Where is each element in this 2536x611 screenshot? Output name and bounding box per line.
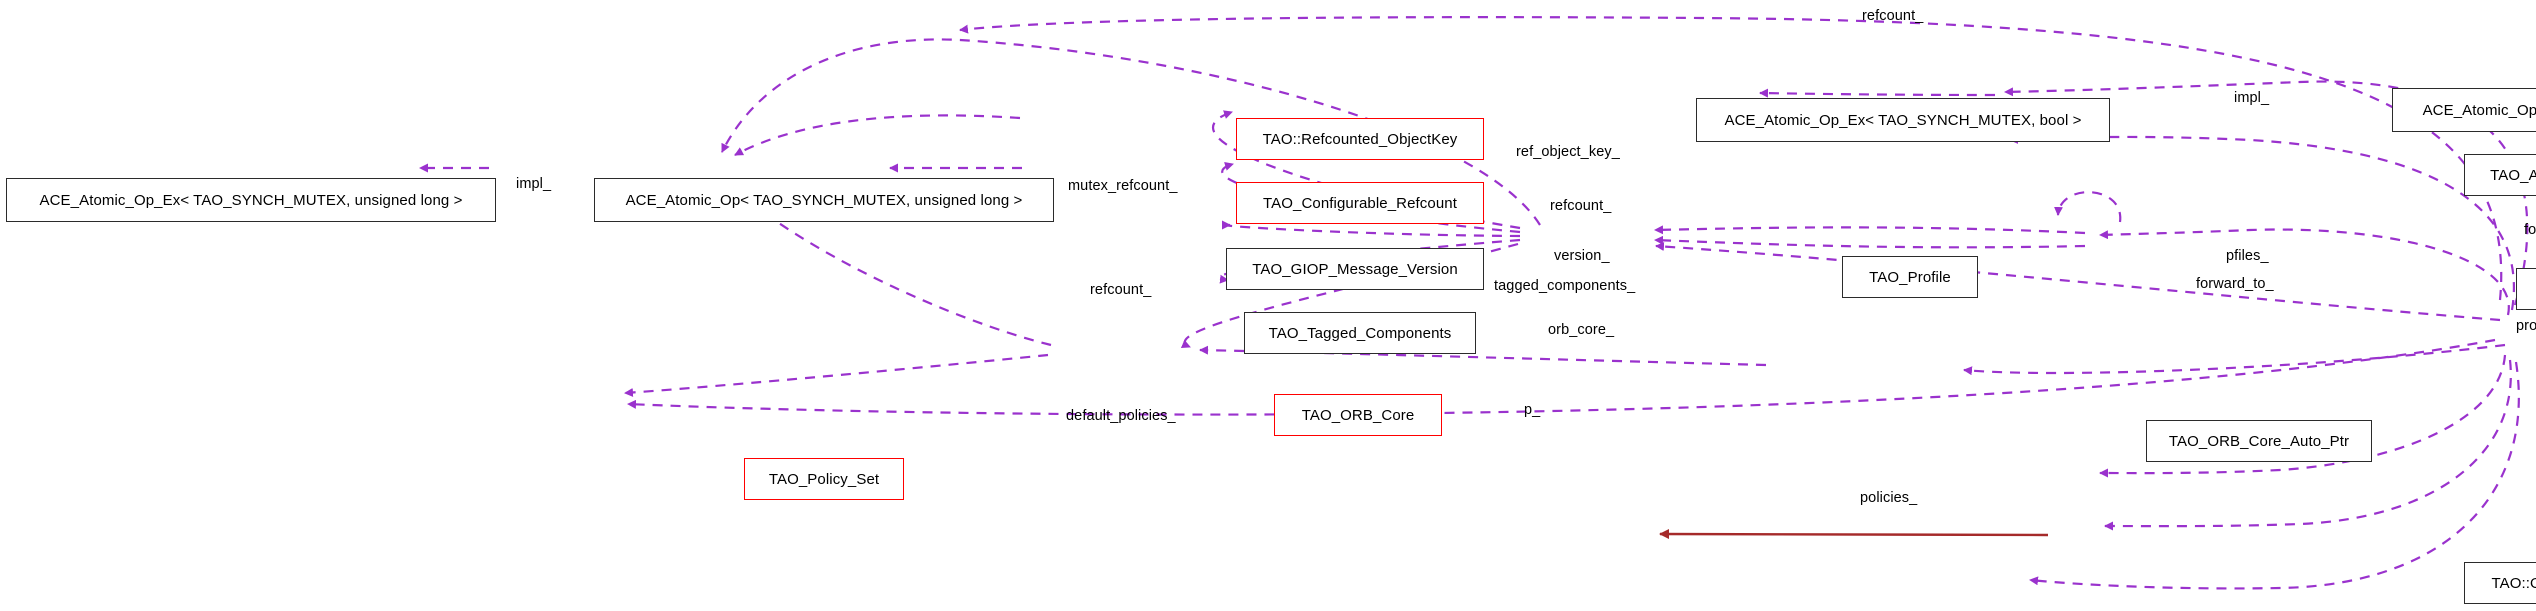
- edge-forward-from: [2054, 191, 2122, 223]
- edge-forward-to: [1654, 235, 2086, 249]
- node-label: TAO_GIOP_Message_Version: [1252, 260, 1458, 278]
- edge-label-forward-from: forward_from_: [2524, 222, 2536, 238]
- node-tao-object-proxy-broker[interactable]: TAO::Object_Proxy_Broker: [2464, 562, 2536, 604]
- node-label: TAO_Abstract_ServantBase: [2490, 166, 2536, 184]
- edge-label-orb-core-mid: orb_core_: [1548, 322, 1615, 338]
- node-label: ACE_Atomic_Op< TAO_SYNCH_MUTEX, bool >: [2422, 101, 2536, 119]
- node-tao-abstract-servantbase[interactable]: TAO_Abstract_ServantBase: [2464, 154, 2536, 196]
- collaboration-diagram-canvas: ACE_Atomic_Op_Ex< TAO_SYNCH_MUTEX, unsig…: [0, 0, 2536, 611]
- node-ace-atomic-op-bool[interactable]: ACE_Atomic_Op< TAO_SYNCH_MUTEX, bool >: [2392, 88, 2536, 132]
- node-label: TAO_Profile: [1869, 268, 1951, 286]
- edge-label-forward-to: forward_to_: [2196, 276, 2274, 292]
- node-tao-mprofile[interactable]: TAO_MProfile: [2516, 268, 2536, 310]
- edge-label-version: version_: [1554, 248, 1610, 264]
- edge-label-p: p_: [1524, 402, 1541, 418]
- edge-label-ref-object-key: ref_object_key_: [1516, 144, 1620, 160]
- node-tao-orb-core[interactable]: TAO_ORB_Core: [1274, 394, 1442, 436]
- edge-label-refcount-top: refcount_: [1862, 8, 1924, 24]
- node-tao-configurable-refcount[interactable]: TAO_Configurable_Refcount: [1236, 182, 1484, 224]
- edge-label-default-policies: default_policies_: [1066, 408, 1176, 424]
- node-label: TAO::Object_Proxy_Broker: [2491, 574, 2536, 592]
- edge-label-impl-right: impl_: [2234, 90, 2270, 106]
- edge-orb-core-right: [1963, 343, 2506, 376]
- node-label: TAO_Configurable_Refcount: [1263, 194, 1457, 212]
- node-ace-atomic-op-unsigned-long[interactable]: ACE_Atomic_Op< TAO_SYNCH_MUTEX, unsigned…: [594, 178, 1054, 222]
- edge-label-refcount-left: refcount_: [1090, 282, 1152, 298]
- node-tao-tagged-components[interactable]: TAO_Tagged_Components: [1244, 312, 1476, 354]
- node-label: ACE_Atomic_Op_Ex< TAO_SYNCH_MUTEX, unsig…: [39, 191, 463, 209]
- edge-impl-right: [1759, 88, 1996, 98]
- edge-inheritance-base-var: [1659, 529, 2049, 540]
- node-tao-orb-core-auto-ptr[interactable]: TAO_ORB_Core_Auto_Ptr: [2146, 420, 2372, 462]
- edge-label-pfiles: pfiles_: [2226, 248, 2269, 264]
- edge-label-tagged-components: tagged_components_: [1494, 278, 1636, 294]
- node-label: ACE_Atomic_Op_Ex< TAO_SYNCH_MUTEX, bool …: [1724, 111, 2082, 129]
- edge-layer: [419, 16, 2529, 590]
- edge-label-policies: policies_: [1860, 490, 1918, 506]
- node-label: TAO_ORB_Core_Auto_Ptr: [2168, 432, 2350, 450]
- node-tao-profile[interactable]: TAO_Profile: [1842, 256, 1978, 298]
- edge-forward-profiles: [2099, 228, 2510, 316]
- edge-refcount-stub: [959, 16, 2503, 301]
- edge-label-profile-in-use: profile_in_use_: [2516, 318, 2536, 334]
- node-label: TAO_Policy_Set: [768, 470, 880, 488]
- node-ace-atomic-op-ex-bool[interactable]: ACE_Atomic_Op_Ex< TAO_SYNCH_MUTEX, bool …: [1696, 98, 2110, 142]
- edge-label-refcount-mid: refcount_: [1550, 198, 1612, 214]
- edge-label-mutex-refcount: mutex_refcount_: [1068, 178, 1178, 194]
- node-tao-giop-message-version[interactable]: TAO_GIOP_Message_Version: [1226, 248, 1484, 290]
- edge-default-policies: [624, 353, 1049, 397]
- node-tao-policy-set[interactable]: TAO_Policy_Set: [744, 458, 904, 500]
- edge-profile-lock-ptr: [2029, 361, 2520, 590]
- node-label: ACE_Atomic_Op< TAO_SYNCH_MUTEX, unsigned…: [625, 191, 1023, 209]
- node-label: TAO::Refcounted_ObjectKey: [1262, 130, 1458, 148]
- edge-version: [1221, 220, 1521, 238]
- edge-refcount-objectkey: [734, 114, 1021, 156]
- node-label: TAO_ORB_Core: [1301, 406, 1415, 424]
- node-label: TAO_Tagged_Components: [1268, 324, 1452, 342]
- edge-label-impl-left: impl_: [516, 176, 552, 192]
- edge-profile-in-use: [1655, 242, 2501, 322]
- edge-pfiles: [1654, 225, 2086, 235]
- edge-policies: [627, 338, 2496, 416]
- node-tao-refcounted-objectkey[interactable]: TAO::Refcounted_ObjectKey: [1236, 118, 1484, 160]
- node-ace-atomic-op-ex-unsigned-long[interactable]: ACE_Atomic_Op_Ex< TAO_SYNCH_MUTEX, unsig…: [6, 178, 496, 222]
